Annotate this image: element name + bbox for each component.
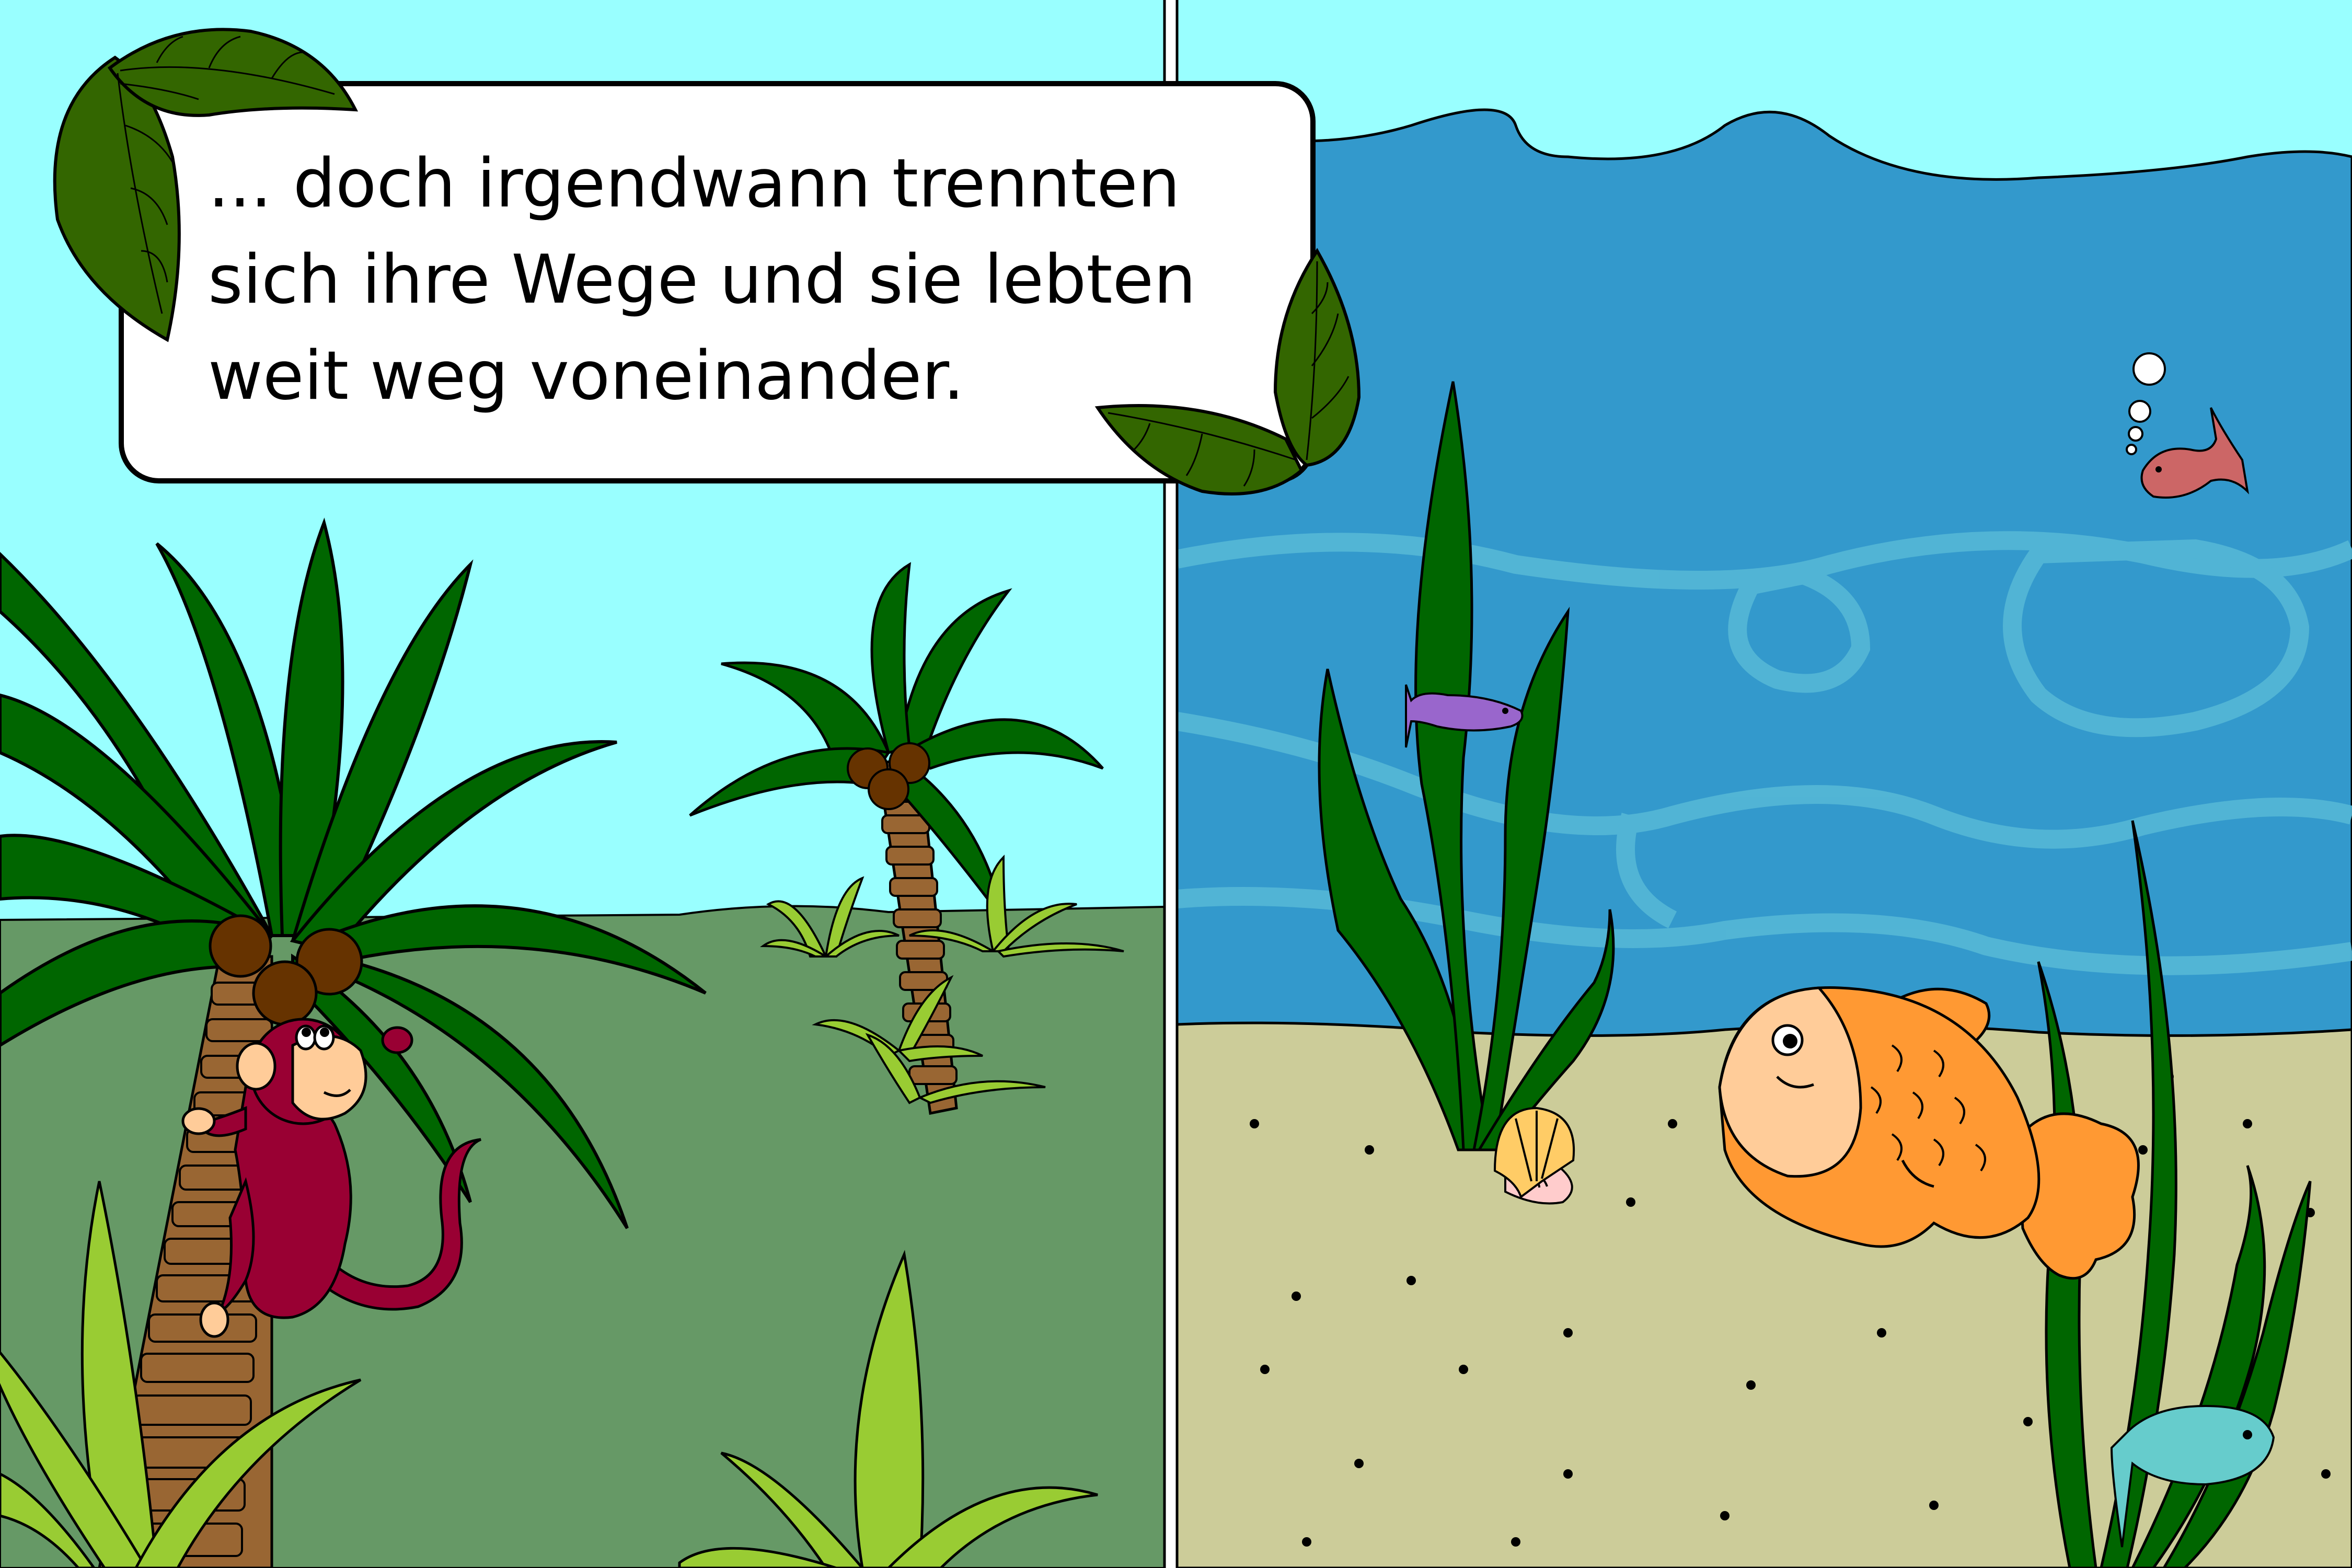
caption-line-2: sich ihre Wege und sie lebten [208,241,1196,319]
ocean-panel [1177,0,2352,1568]
caption-line-3: weit weg voneinander. [208,337,964,415]
caption-text: ... doch irgendwann trennten sich ihre W… [208,136,1306,424]
caption-line-1: ... doch irgendwann trennten [208,145,1180,223]
